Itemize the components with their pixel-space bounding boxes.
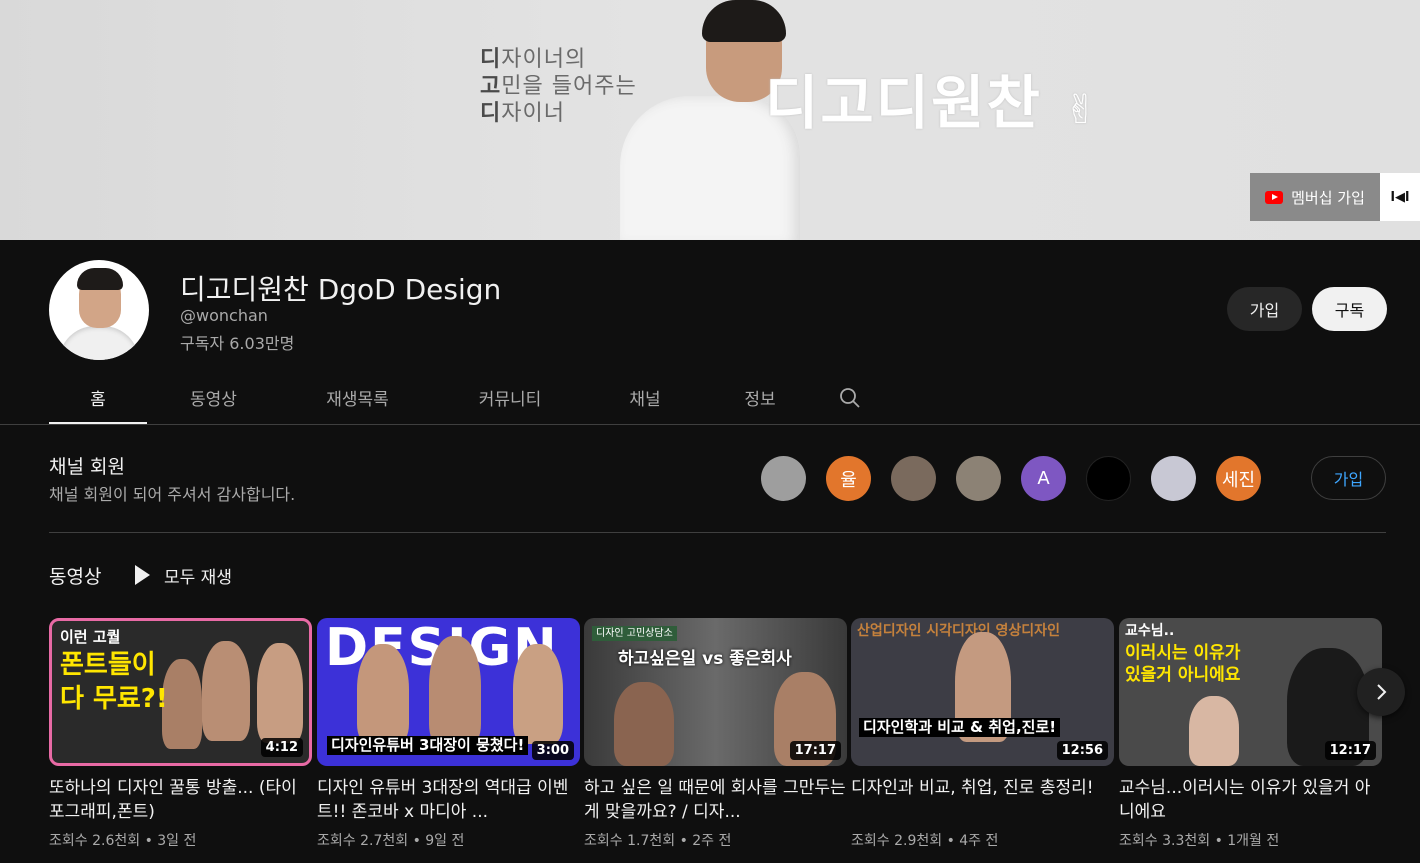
tab-community[interactable]: 커뮤니티 [435, 370, 585, 425]
video-title[interactable]: 또하나의 디자인 꿀통 방출... (타이포그래피,폰트) [49, 776, 312, 824]
subscriber-count: 구독자 6.03만명 [180, 334, 295, 353]
channel-avatar[interactable] [49, 260, 149, 360]
channel-handle: @wonchan [180, 306, 268, 325]
channel-name: 디고디원찬 DgoD Design [180, 273, 502, 306]
member-avatar[interactable]: 율 [826, 456, 871, 501]
videos-section-title[interactable]: 동영상 [49, 562, 101, 589]
members-subtitle: 채널 회원이 되어 주셔서 감사합니다. [49, 485, 296, 504]
youtube-icon [1265, 190, 1284, 204]
chevron-right-icon [1377, 684, 1387, 700]
video-card[interactable]: DESIGN 디자인유튜버 3대장이 뭉쳤다! 3:00 디자인 유튜버 3대장… [317, 618, 580, 850]
section-divider [49, 532, 1386, 533]
channel-tabs: 홈 동영상 재생목록 커뮤니티 채널 정보 [49, 370, 885, 425]
members-title: 채널 회원 [49, 456, 125, 478]
video-meta: 조회수 2.9천회 • 4주 전 [851, 833, 999, 849]
member-avatar[interactable]: A [1021, 456, 1066, 501]
video-thumbnail[interactable]: 디자인 고민상담소 하고싶은일 vs 좋은회사 17:17 [584, 618, 847, 766]
video-card[interactable]: 산업디자인 시각디자인 영상디자인 디자인학과 비교 & 취업,진로! 12:5… [851, 618, 1114, 850]
video-duration: 3:00 [531, 741, 574, 760]
video-meta: 조회수 2.6천회 • 3일 전 [49, 833, 197, 849]
video-thumbnail[interactable]: 교수님.. 이러시는 이유가 있을거 아니에요 12:17 [1119, 618, 1382, 766]
play-icon [135, 565, 150, 585]
banner-tagline: 디자이너의 고민을 들어주는 디자이너 [480, 47, 637, 126]
video-title[interactable]: 디자인과 비교, 취업, 진로 총정리! [851, 776, 1114, 824]
video-duration: 12:56 [1056, 741, 1108, 760]
video-card[interactable]: 교수님.. 이러시는 이유가 있을거 아니에요 12:17 교수님...이러시는… [1119, 618, 1382, 850]
tab-about[interactable]: 정보 [705, 370, 815, 425]
video-thumbnail[interactable]: DESIGN 디자인유튜버 3대장이 뭉쳤다! 3:00 [317, 618, 580, 766]
carousel-next-button[interactable] [1357, 668, 1405, 716]
video-duration: 12:17 [1324, 741, 1376, 760]
channel-watermark-icon: l◀l [1390, 189, 1410, 205]
play-all-button[interactable]: 모두 재생 [135, 560, 232, 590]
membership-join-button[interactable]: 멤버십 가입 [1250, 173, 1380, 221]
tab-playlists[interactable]: 재생목록 [280, 370, 435, 425]
banner-title: 디고디원찬 ✌ [765, 69, 1100, 137]
members-join-button[interactable]: 가입 [1311, 456, 1386, 500]
member-avatar[interactable] [761, 456, 806, 501]
video-duration: 17:17 [789, 741, 841, 760]
video-duration: 4:12 [260, 738, 303, 757]
member-avatar[interactable] [1086, 456, 1131, 501]
video-meta: 조회수 3.3천회 • 1개월 전 [1119, 833, 1280, 849]
member-avatar[interactable] [1151, 456, 1196, 501]
video-thumbnail[interactable]: 이런 고퀄 폰트들이 다 무료?! 4:12 [49, 618, 312, 766]
member-avatar[interactable]: 세진 [1216, 456, 1261, 501]
channel-watermark-link[interactable]: l◀l [1380, 173, 1420, 221]
video-title[interactable]: 교수님...이러시는 이유가 있을거 아니에요 [1119, 776, 1382, 824]
tabs-divider [0, 424, 1420, 425]
join-button[interactable]: 가입 [1227, 287, 1302, 331]
subscribe-button[interactable]: 구독 [1312, 287, 1387, 331]
video-thumbnail[interactable]: 산업디자인 시각디자인 영상디자인 디자인학과 비교 & 취업,진로! 12:5… [851, 618, 1114, 766]
search-icon[interactable] [815, 370, 885, 425]
peace-hand-icon: ✌ [1064, 87, 1100, 133]
video-title[interactable]: 하고 싶은 일 때문에 회사를 그만두는게 맞을까요? / 디자... [584, 776, 847, 824]
tab-home[interactable]: 홈 [49, 370, 147, 425]
video-card[interactable]: 디자인 고민상담소 하고싶은일 vs 좋은회사 17:17 하고 싶은 일 때문… [584, 618, 847, 850]
tab-videos[interactable]: 동영상 [147, 370, 280, 425]
video-title[interactable]: 디자인 유튜버 3대장의 역대급 이벤트!! 존코바 x 마디아 ... [317, 776, 580, 824]
video-meta: 조회수 2.7천회 • 9일 전 [317, 833, 465, 849]
tab-channels[interactable]: 채널 [585, 370, 705, 425]
channel-banner: 디자이너의 고민을 들어주는 디자이너 디고디원찬 ✌ 멤버십 가입 l◀l [0, 0, 1420, 240]
video-meta: 조회수 1.7천회 • 2주 전 [584, 833, 732, 849]
member-avatar[interactable] [956, 456, 1001, 501]
video-card[interactable]: 이런 고퀄 폰트들이 다 무료?! 4:12 또하나의 디자인 꿀통 방출...… [49, 618, 312, 850]
member-avatar[interactable] [891, 456, 936, 501]
